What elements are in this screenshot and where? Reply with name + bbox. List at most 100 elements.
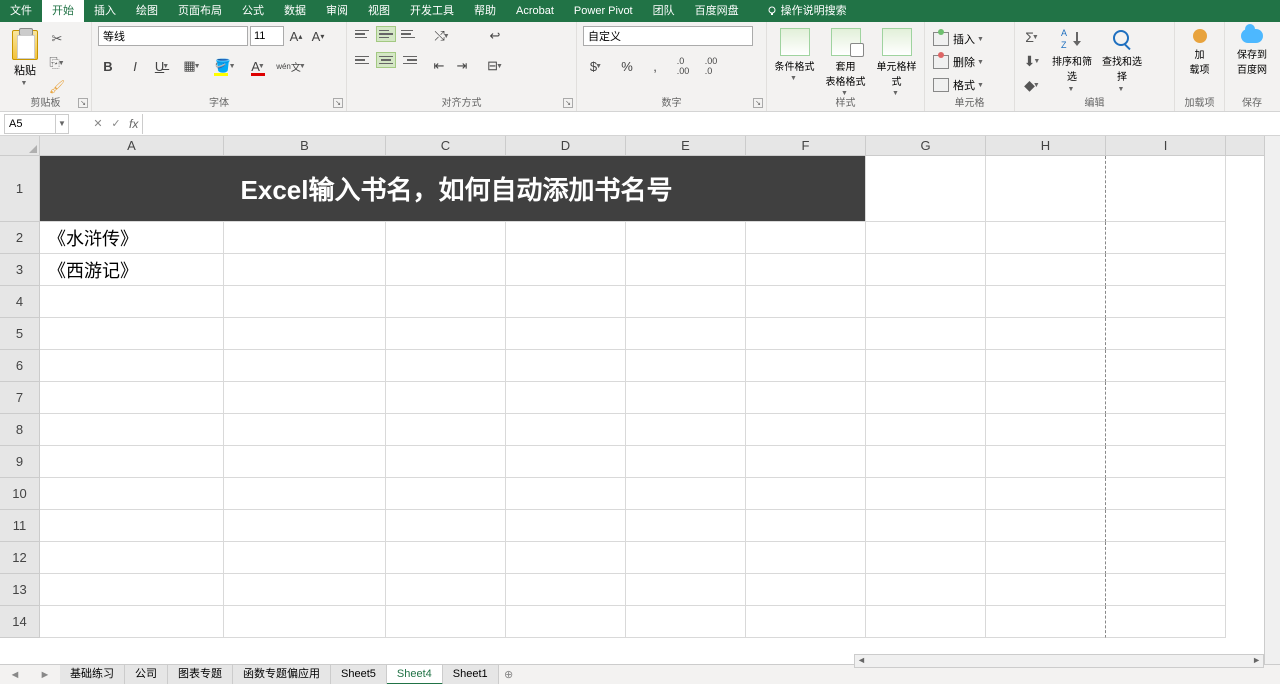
sheet-nav-next[interactable]: ►	[40, 669, 51, 681]
cell-C10[interactable]	[386, 478, 506, 510]
formula-input[interactable]	[142, 114, 1280, 134]
cell-G5[interactable]	[866, 318, 986, 350]
percent-format-button[interactable]: %	[617, 56, 637, 76]
cell-H2[interactable]	[986, 222, 1106, 254]
accounting-format-button[interactable]: $▼	[583, 56, 609, 76]
row-header-7[interactable]: 7	[0, 382, 40, 414]
font-launcher[interactable]: ↘	[333, 98, 343, 108]
cell-D5[interactable]	[506, 318, 626, 350]
cell-A12[interactable]	[40, 542, 224, 574]
cell-E13[interactable]	[626, 574, 746, 606]
tab-team[interactable]: 团队	[643, 0, 685, 22]
enter-formula-button[interactable]: ✓	[107, 115, 125, 133]
cell-D6[interactable]	[506, 350, 626, 382]
row-header-14[interactable]: 14	[0, 606, 40, 638]
increase-indent-button[interactable]: ⇥	[452, 56, 472, 76]
merge-center-button[interactable]: ⊟▼	[482, 56, 508, 76]
cell-H9[interactable]	[986, 446, 1106, 478]
addins-button[interactable]: 加 载项	[1181, 26, 1218, 76]
cell-B12[interactable]	[224, 542, 386, 574]
cell-D13[interactable]	[506, 574, 626, 606]
cell-H13[interactable]	[986, 574, 1106, 606]
italic-button[interactable]: I	[125, 56, 145, 76]
cell-B8[interactable]	[224, 414, 386, 446]
row-header-5[interactable]: 5	[0, 318, 40, 350]
number-format-select[interactable]	[583, 26, 753, 46]
cell-F12[interactable]	[746, 542, 866, 574]
cell-A7[interactable]	[40, 382, 224, 414]
column-header-H[interactable]: H	[986, 136, 1106, 155]
cell-C7[interactable]	[386, 382, 506, 414]
cell-H4[interactable]	[986, 286, 1106, 318]
cell-I14[interactable]	[1106, 606, 1226, 638]
sheet-tab-图表专题[interactable]: 图表专题	[168, 665, 233, 685]
tab-acrobat[interactable]: Acrobat	[506, 0, 564, 22]
tab-baidu-disk[interactable]: 百度网盘	[685, 0, 749, 22]
cell-G3[interactable]	[866, 254, 986, 286]
cell-A1-merged[interactable]: Excel输入书名，如何自动添加书名号	[40, 156, 866, 222]
save-baidu-button[interactable]: 保存到 百度网	[1231, 26, 1273, 76]
cell-D2[interactable]	[506, 222, 626, 254]
cell-C13[interactable]	[386, 574, 506, 606]
cancel-formula-button[interactable]: ✕	[89, 115, 107, 133]
alignment-launcher[interactable]: ↘	[563, 98, 573, 108]
cell-G14[interactable]	[866, 606, 986, 638]
cell-E4[interactable]	[626, 286, 746, 318]
horizontal-scrollbar[interactable]	[854, 654, 1264, 668]
cell-B3[interactable]	[224, 254, 386, 286]
cell-H1[interactable]	[986, 156, 1106, 222]
cell-C8[interactable]	[386, 414, 506, 446]
cell-A6[interactable]	[40, 350, 224, 382]
tab-developer[interactable]: 开发工具	[400, 0, 464, 22]
cell-F7[interactable]	[746, 382, 866, 414]
cell-D8[interactable]	[506, 414, 626, 446]
font-name-select[interactable]	[98, 26, 248, 46]
align-top-button[interactable]	[353, 26, 373, 42]
cell-C11[interactable]	[386, 510, 506, 542]
cell-I3[interactable]	[1106, 254, 1226, 286]
cell-C12[interactable]	[386, 542, 506, 574]
cell-A2[interactable]: 《水浒传》	[40, 222, 224, 254]
sheet-nav-prev[interactable]: ◄	[10, 669, 21, 681]
cell-G12[interactable]	[866, 542, 986, 574]
cell-E10[interactable]	[626, 478, 746, 510]
vertical-scrollbar[interactable]	[1264, 136, 1280, 664]
column-header-C[interactable]: C	[386, 136, 506, 155]
cell-H7[interactable]	[986, 382, 1106, 414]
row-header-10[interactable]: 10	[0, 478, 40, 510]
cell-F10[interactable]	[746, 478, 866, 510]
increase-decimal-button[interactable]: .0.00	[673, 56, 693, 76]
row-header-13[interactable]: 13	[0, 574, 40, 606]
cell-A4[interactable]	[40, 286, 224, 318]
cell-D9[interactable]	[506, 446, 626, 478]
cell-E14[interactable]	[626, 606, 746, 638]
find-select-button[interactable]: 查找和选择▼	[1101, 26, 1143, 96]
orientation-button[interactable]: ⤭▼	[429, 26, 455, 46]
cell-I4[interactable]	[1106, 286, 1226, 318]
cell-A9[interactable]	[40, 446, 224, 478]
align-bottom-button[interactable]	[399, 26, 419, 42]
cell-G6[interactable]	[866, 350, 986, 382]
font-color-button[interactable]: A▼	[245, 56, 271, 76]
cell-E12[interactable]	[626, 542, 746, 574]
delete-cells-button[interactable]: 删除▼	[931, 51, 1008, 73]
cell-F8[interactable]	[746, 414, 866, 446]
cell-A13[interactable]	[40, 574, 224, 606]
cell-A11[interactable]	[40, 510, 224, 542]
cell-I7[interactable]	[1106, 382, 1226, 414]
cell-I8[interactable]	[1106, 414, 1226, 446]
underline-button[interactable]: U▼	[152, 56, 172, 76]
column-header-G[interactable]: G	[866, 136, 986, 155]
cell-B10[interactable]	[224, 478, 386, 510]
cell-A8[interactable]	[40, 414, 224, 446]
cell-C5[interactable]	[386, 318, 506, 350]
cell-E8[interactable]	[626, 414, 746, 446]
cell-H3[interactable]	[986, 254, 1106, 286]
cell-I12[interactable]	[1106, 542, 1226, 574]
insert-cells-button[interactable]: 插入▼	[931, 28, 1008, 50]
cell-D4[interactable]	[506, 286, 626, 318]
autosum-button[interactable]: Σ▼	[1021, 26, 1043, 48]
align-left-button[interactable]	[353, 52, 373, 68]
cell-B7[interactable]	[224, 382, 386, 414]
cell-G4[interactable]	[866, 286, 986, 318]
